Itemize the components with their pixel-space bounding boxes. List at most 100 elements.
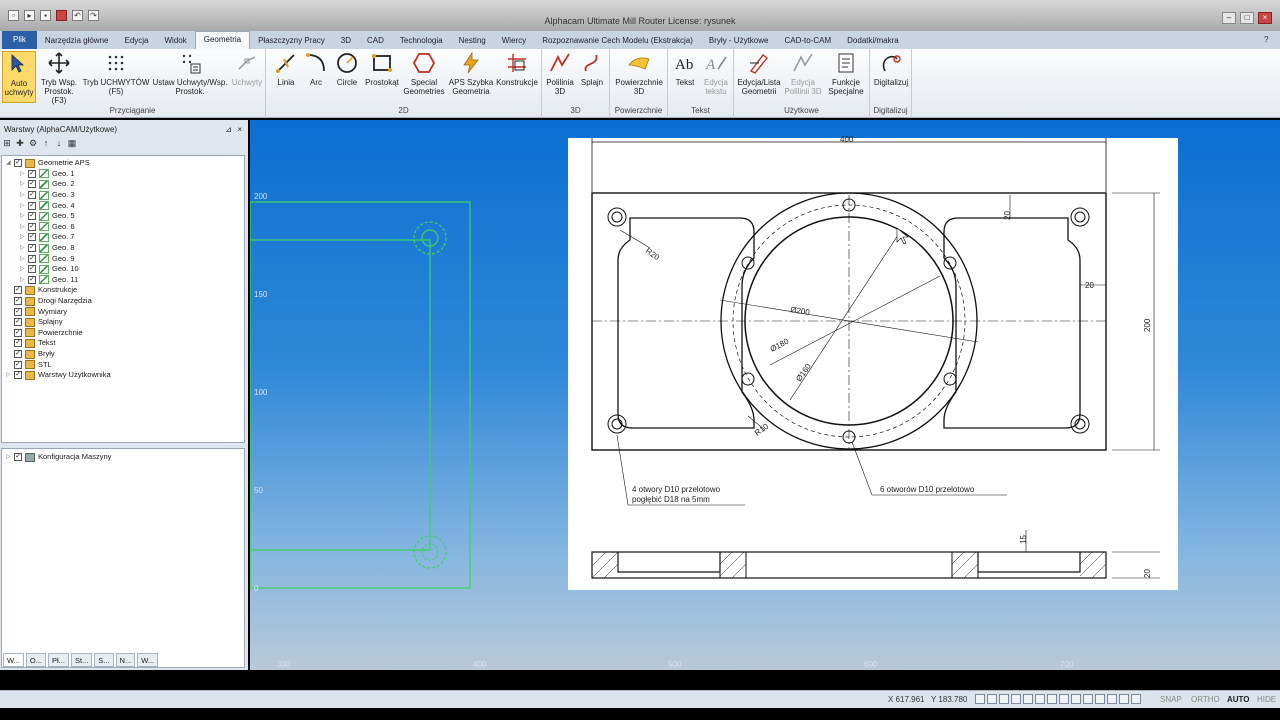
panel-tab-st[interactable]: St... [70, 653, 93, 667]
expand-icon[interactable]: ▷ [20, 201, 28, 211]
panel-tab-w[interactable]: W... [137, 653, 159, 667]
layer-item[interactable]: ✓ Wymiary [6, 306, 67, 317]
hide-toggle[interactable]: HIDE [1257, 695, 1276, 704]
tab-3d[interactable]: 3D [333, 33, 359, 49]
snap-inter-icon[interactable] [1047, 694, 1057, 704]
expand-icon[interactable]: ▷ [20, 275, 28, 285]
uchwyty-button[interactable]: Uchwyty [230, 51, 264, 87]
tab-technologia[interactable]: Technologia [392, 33, 451, 49]
visibility-checkbox[interactable]: ✓ [28, 254, 36, 263]
layer-item[interactable]: ✓ Drogi Narzędzia [6, 296, 92, 307]
layer-item[interactable]: ✓ Powierzchnie [6, 328, 83, 339]
snap-settings-icon[interactable] [1131, 694, 1141, 704]
panel-tab-pl[interactable]: Pł... [48, 653, 69, 667]
visibility-checkbox[interactable]: ✓ [28, 212, 36, 221]
digitalizuj-button[interactable]: Digitalizuj [872, 51, 910, 87]
snap-tangent-icon[interactable] [1011, 694, 1021, 704]
move-up-icon[interactable]: ↑ [41, 138, 51, 148]
polilinia-3d-button[interactable]: Polilinia 3D [544, 51, 576, 96]
visibility-checkbox[interactable]: ✓ [28, 169, 36, 178]
tab-plaszczyzny-pracy[interactable]: Płaszczyzny Pracy [250, 33, 333, 49]
circle-button[interactable]: Circle [332, 51, 362, 87]
snap-rel-icon[interactable] [1095, 694, 1105, 704]
layer-props-icon[interactable]: ⚙ [28, 138, 38, 148]
layer-item[interactable]: ✓ Bryły [6, 349, 55, 360]
visibility-checkbox[interactable]: ✓ [28, 222, 36, 231]
tab-dodatki-makra[interactable]: Dodatki/makra [839, 33, 907, 49]
snap-grid-icon[interactable] [1071, 694, 1081, 704]
close-icon[interactable]: × [237, 123, 242, 137]
linia-button[interactable]: Linia [270, 51, 302, 87]
visibility-checkbox[interactable]: ✓ [28, 191, 36, 200]
layer-item[interactable]: ✓ Tekst [6, 338, 56, 349]
panel-tab-s[interactable]: S... [94, 653, 114, 667]
splajn-button[interactable]: Splajn [576, 51, 608, 87]
layer-item-geo[interactable]: ▷ ✓ Geo. 11 [20, 275, 78, 286]
visibility-checkbox[interactable]: ✓ [14, 328, 22, 337]
visibility-checkbox[interactable]: ✓ [28, 201, 36, 210]
pin-icon[interactable]: ⊿ [225, 123, 232, 137]
snap-perp-icon[interactable] [1023, 694, 1033, 704]
snap-point-icon[interactable] [1083, 694, 1093, 704]
layer-item-geo[interactable]: ▷ ✓ Geo. 2 [20, 179, 75, 190]
panel-tab-n[interactable]: N... [115, 653, 136, 667]
visibility-checkbox[interactable]: ✓ [14, 339, 22, 348]
layer-item-geo[interactable]: ▷ ✓ Geo. 5 [20, 211, 75, 222]
edycja-tekstu-button[interactable]: A Edycja tekstu [700, 51, 732, 96]
layer-item-geo[interactable]: ▷ ✓ Geo. 1 [20, 169, 75, 180]
visibility-checkbox[interactable]: ✓ [14, 318, 22, 327]
snap-quad-icon[interactable] [1035, 694, 1045, 704]
visibility-checkbox[interactable]: ✓ [28, 233, 36, 242]
layer-item-geo[interactable]: ▷ ✓ Geo. 10 [20, 264, 79, 275]
edycja-lista-geometrii-button[interactable]: Edycja/Lista Geometrii [736, 51, 782, 96]
aps-szybka-geometria-button[interactable]: APS Szybka Geometria [448, 51, 494, 96]
visibility-checkbox[interactable]: ✓ [28, 180, 36, 189]
layer-item-geo[interactable]: ▷ ✓ Geo. 8 [20, 243, 75, 254]
tab-edycja[interactable]: Edycja [116, 33, 156, 49]
arc-button[interactable]: Arc [302, 51, 330, 87]
snap-toggle[interactable]: SNAP [1160, 695, 1182, 704]
expand-icon[interactable]: ▷ [20, 169, 28, 179]
visibility-checkbox[interactable]: ✓ [14, 350, 22, 359]
panel-tab-warstwy[interactable]: W... [3, 653, 24, 667]
ortho-toggle[interactable]: ORTHO [1191, 695, 1220, 704]
layer-item-geo[interactable]: ▷ ✓ Geo. 3 [20, 190, 75, 201]
add-layer-icon[interactable]: ✚ [15, 138, 25, 148]
layer-item[interactable]: ◢ ✓ Geometrie APS [6, 158, 90, 169]
powierzchnie-3d-button[interactable]: Powierzchnie 3D [612, 51, 666, 96]
layer-item[interactable]: ✓ Splajny [6, 317, 63, 328]
auto-uchwyty-button[interactable]: Auto uchwyty [2, 51, 36, 103]
maximize-button[interactable]: □ [1240, 12, 1254, 24]
visibility-checkbox[interactable]: ✓ [14, 360, 22, 369]
visibility-checkbox[interactable]: ✓ [28, 244, 36, 253]
tab-plik[interactable]: Plik [2, 31, 37, 49]
layers-binoculars-icon[interactable]: ⊞ [2, 138, 12, 148]
expand-icon[interactable]: ▷ [20, 254, 28, 264]
panel-tab-o[interactable]: O... [25, 653, 47, 667]
expand-icon[interactable]: ▷ [20, 211, 28, 221]
tab-cad[interactable]: CAD [359, 33, 392, 49]
tryb-wsp-prostok-button[interactable]: Tryb Wsp. Prostok. (F3) [38, 51, 80, 105]
layer-item-geo[interactable]: ▷ ✓ Geo. 7 [20, 232, 75, 243]
snap-polar-icon[interactable] [1107, 694, 1117, 704]
visibility-checkbox[interactable]: ✓ [14, 297, 22, 306]
drawing-canvas[interactable]: 200 150 100 50 0 300 400 500 600 700 400 [250, 120, 1280, 670]
expand-icon[interactable]: ▷ [20, 232, 28, 242]
expand-icon[interactable]: ▷ [6, 452, 14, 462]
expand-icon[interactable]: ▷ [20, 243, 28, 253]
special-geometries-button[interactable]: Special Geometries [400, 51, 448, 96]
funkcje-specjalne-button[interactable]: Funkcje Specjalne [824, 51, 868, 96]
visibility-checkbox[interactable]: ✓ [14, 286, 22, 295]
expand-icon[interactable]: ▷ [20, 190, 28, 200]
snap-center-icon[interactable] [999, 694, 1009, 704]
expand-icon[interactable]: ◢ [6, 158, 14, 168]
snap-end-icon[interactable] [975, 694, 985, 704]
ustaw-uchwyty-button[interactable]: Ustaw Uchwyty/Wsp. Prostok. [150, 51, 230, 96]
expand-icon[interactable]: ▷ [20, 179, 28, 189]
tab-nesting[interactable]: Nesting [451, 33, 494, 49]
prostokat-button[interactable]: Prostokąt [364, 51, 400, 87]
tab-bryly-uzytkowe[interactable]: Bryły - Użytkowe [701, 33, 777, 49]
tryb-uchwytow-button[interactable]: Tryb UCHWYTÓW (F5) [82, 51, 150, 96]
tekst-button[interactable]: Ab Tekst [670, 51, 700, 87]
konstrukcje-button[interactable]: Konstrukcje [494, 51, 540, 87]
